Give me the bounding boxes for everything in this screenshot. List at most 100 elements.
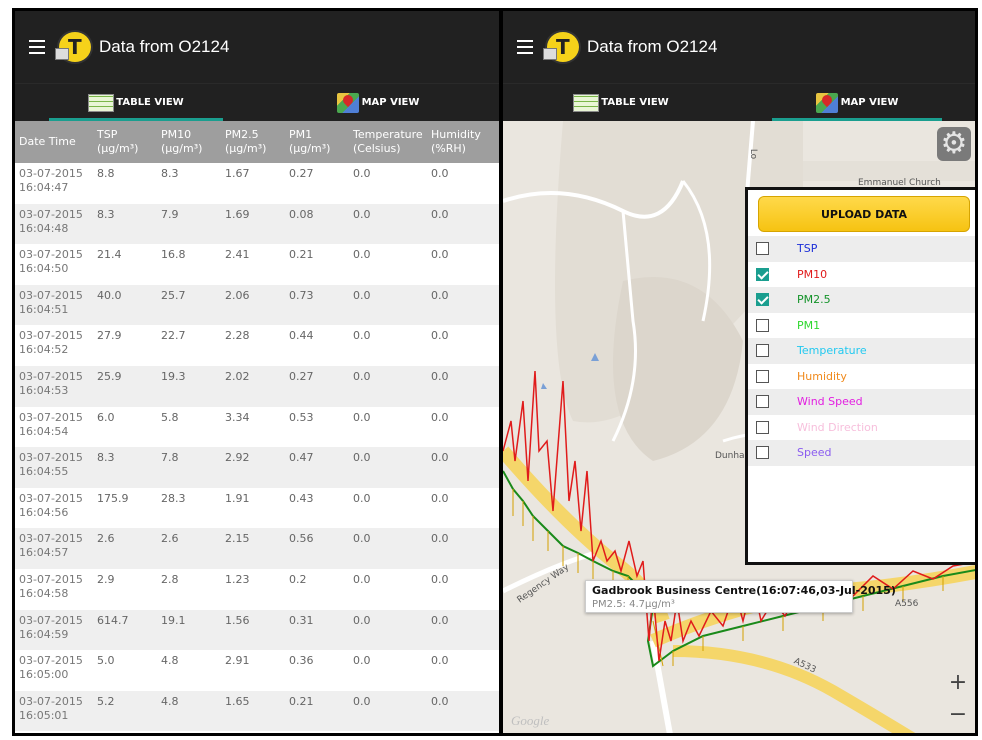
- table-row[interactable]: 03-07-2015 16:04:52 27.9 22.7 2.28 0.44 0.0 0.0: [15, 325, 499, 366]
- cell-date-time: 03-07-2015 16:04:55: [19, 451, 83, 479]
- header-humidity: Humidity (%RH): [431, 128, 481, 155]
- checkbox[interactable]: [756, 446, 769, 460]
- table-row[interactable]: 03-07-2015 16:04:57 2.6 2.6 2.15 0.56 0.0 0.0: [15, 528, 499, 569]
- cell-pm1: 0.44: [289, 329, 314, 343]
- table-row[interactable]: 03-07-2015 16:04:48 8.3 7.9 1.69 0.08 0.0 0.0: [15, 203, 499, 245]
- cell-temperature: 0.0: [353, 532, 371, 546]
- parameter-panel: UPLOAD DATA TSP PM10 PM2.5 PM1 Temperature Hu…: [745, 187, 975, 565]
- table-row[interactable]: 03-07-2015 16:05:01 5.2 4.8 1.65 0.21 0.0 0.0: [15, 690, 499, 732]
- tab-table-view[interactable]: TABLE VIEW: [15, 84, 257, 121]
- checkbox[interactable]: [756, 242, 769, 256]
- checkbox[interactable]: [756, 267, 769, 281]
- settings-gear-icon[interactable]: ⚙: [937, 127, 971, 161]
- cell-humidity: 0.0: [431, 451, 449, 465]
- header-pm1: PM1 (μg/m³): [289, 128, 331, 155]
- cell-pm1: 0.36: [289, 654, 314, 668]
- map-label-lo: Lo: [748, 148, 759, 160]
- cell-pm25: 1.91: [225, 491, 250, 505]
- table-view-screen: T Data from O2124 TABLE VIEW MAP VIEW Da…: [12, 8, 502, 736]
- cell-humidity: 0.0: [431, 207, 449, 221]
- cell-tsp: 25.9: [97, 369, 122, 383]
- checkbox[interactable]: [756, 344, 769, 358]
- map-canvas[interactable]: Emmanuel Church Lo Dunham Regency Way A5…: [503, 121, 975, 733]
- zoom-in-button[interactable]: +: [943, 667, 973, 697]
- cell-date-time: 03-07-2015 16:04:52: [19, 329, 83, 357]
- table-row[interactable]: 03-07-2015 16:04:50 21.4 16.8 2.41 0.21 0.0 0.0: [15, 244, 499, 285]
- cell-pm25: 2.15: [225, 532, 250, 546]
- parameter-option-temperature[interactable]: Temperature: [748, 338, 975, 364]
- cell-temperature: 0.0: [353, 167, 371, 180]
- cell-date-time: 03-07-2015 16:04:59: [19, 613, 83, 641]
- zoom-out-button[interactable]: −: [943, 699, 973, 729]
- cell-temperature: 0.0: [353, 491, 371, 505]
- parameter-option-pm10[interactable]: PM10: [748, 261, 975, 287]
- cell-pm10: 19.1: [161, 613, 186, 627]
- cell-humidity: 0.0: [431, 613, 449, 627]
- cell-pm10: 22.7: [161, 329, 186, 343]
- checkbox[interactable]: [756, 395, 769, 409]
- cell-pm25: 1.23: [225, 572, 250, 586]
- table-row[interactable]: 03-07-2015 16:04:54 6.0 5.8 3.34 0.53 0.0 0.0: [15, 406, 499, 448]
- cell-pm1: 0.2: [289, 572, 307, 586]
- table-row[interactable]: 03-07-2015 16:04:58 2.9 2.8 1.23 0.2 0.0 0.0: [15, 568, 499, 610]
- cell-tsp: 21.4: [97, 248, 122, 262]
- table-row[interactable]: 03-07-201541.126.71.00.30.00.0: [15, 731, 499, 733]
- parameter-option-label: Temperature: [797, 344, 867, 358]
- cell-pm10: 16.8: [161, 248, 186, 262]
- cell-temperature: 0.0: [353, 694, 371, 708]
- cell-tsp: 40.0: [97, 288, 122, 302]
- parameter-option-pm2-5[interactable]: PM2.5: [748, 287, 975, 313]
- table-row[interactable]: 03-07-2015 16:05:00 5.0 4.8 2.91 0.36 0.0 0.0: [15, 650, 499, 691]
- cell-tsp: 5.0: [97, 654, 115, 668]
- header-pm10: PM10 (μg/m³): [161, 128, 203, 155]
- parameter-option-label: Wind Direction: [797, 420, 878, 434]
- tab-map-view[interactable]: MAP VIEW: [739, 84, 975, 121]
- cell-tsp: 2.9: [97, 572, 115, 586]
- cell-pm25: 2.28: [225, 329, 250, 343]
- cell-pm1: 0.47: [289, 451, 314, 465]
- parameter-option-pm1[interactable]: PM1: [748, 312, 975, 338]
- table-row[interactable]: 03-07-2015 16:04:56 175.9 28.3 1.91 0.43 0.0 0.…: [15, 487, 499, 529]
- table-row[interactable]: 03-07-2015 16:04:51 40.0 25.7 2.06 0.73 0.0 0.0: [15, 284, 499, 326]
- cell-pm1: 0.21: [289, 248, 314, 262]
- cell-pm25: 1.69: [225, 207, 250, 221]
- location-tooltip: Gadbrook Business Centre(16:07:46,03-Jul…: [585, 580, 896, 613]
- parameter-option-humidity[interactable]: Humidity: [748, 363, 975, 389]
- table-row[interactable]: 03-07-2015 16:04:55 8.3 7.8 2.92 0.47 0.0 0.0: [15, 447, 499, 488]
- cell-pm1: 0.3: [285, 731, 349, 733]
- menu-icon[interactable]: [29, 40, 45, 54]
- table-row[interactable]: 03-07-2015 16:04:47 8.8 8.3 1.67 0.27 0.0 0.0: [15, 163, 499, 204]
- parameter-option-tsp[interactable]: TSP: [748, 236, 975, 262]
- cell-pm25: 1.0: [221, 731, 285, 733]
- cell-humidity: 0.0: [431, 410, 449, 424]
- checkbox[interactable]: [756, 318, 769, 332]
- cell-date-time: 03-07-2015 16:05:00: [19, 654, 83, 682]
- tab-table-view[interactable]: TABLE VIEW: [503, 84, 739, 121]
- cell-tsp: 8.8: [97, 167, 115, 180]
- parameter-option-speed[interactable]: Speed: [748, 440, 975, 466]
- checkbox[interactable]: [756, 293, 769, 307]
- menu-icon[interactable]: [517, 40, 533, 54]
- cell-temperature: 0.0: [353, 613, 371, 627]
- cell-humidity: 0.0: [431, 288, 449, 302]
- checkbox[interactable]: [756, 369, 769, 383]
- table-row[interactable]: 03-07-2015 16:04:53 25.9 19.3 2.02 0.27 0.0 0.0: [15, 365, 499, 407]
- parameter-option-label: Wind Speed: [797, 395, 863, 409]
- cell-pm25: 2.91: [225, 654, 250, 668]
- cell-date-time: 03-07-2015 16:04:47: [19, 167, 83, 194]
- parameter-option-wind-speed[interactable]: Wind Speed: [748, 389, 975, 415]
- cell-date-time: 03-07-2015 16:04:58: [19, 572, 83, 600]
- cell-date-time: 03-07-2015 16:04:57: [19, 532, 83, 560]
- parameter-option-wind-direction[interactable]: Wind Direction: [748, 414, 975, 440]
- cell-date-time: 03-07-2015 16:04:51: [19, 288, 83, 316]
- cell-humidity: 0.0: [431, 248, 449, 262]
- upload-data-button[interactable]: UPLOAD DATA: [758, 196, 970, 232]
- checkbox[interactable]: [756, 420, 769, 434]
- table-icon: [573, 93, 600, 112]
- tooltip-title: Gadbrook Business Centre(16:07:46,03-Jul…: [592, 584, 896, 597]
- table-row[interactable]: 03-07-2015 16:04:59 614.7 19.1 1.56 0.31 0.0 0.…: [15, 609, 499, 651]
- tab-map-view[interactable]: MAP VIEW: [257, 84, 499, 121]
- cell-date-time: 03-07-2015 16:04:53: [19, 369, 83, 397]
- tab-table-view-label: TABLE VIEW: [116, 97, 184, 108]
- parameter-option-label: PM1: [797, 318, 821, 332]
